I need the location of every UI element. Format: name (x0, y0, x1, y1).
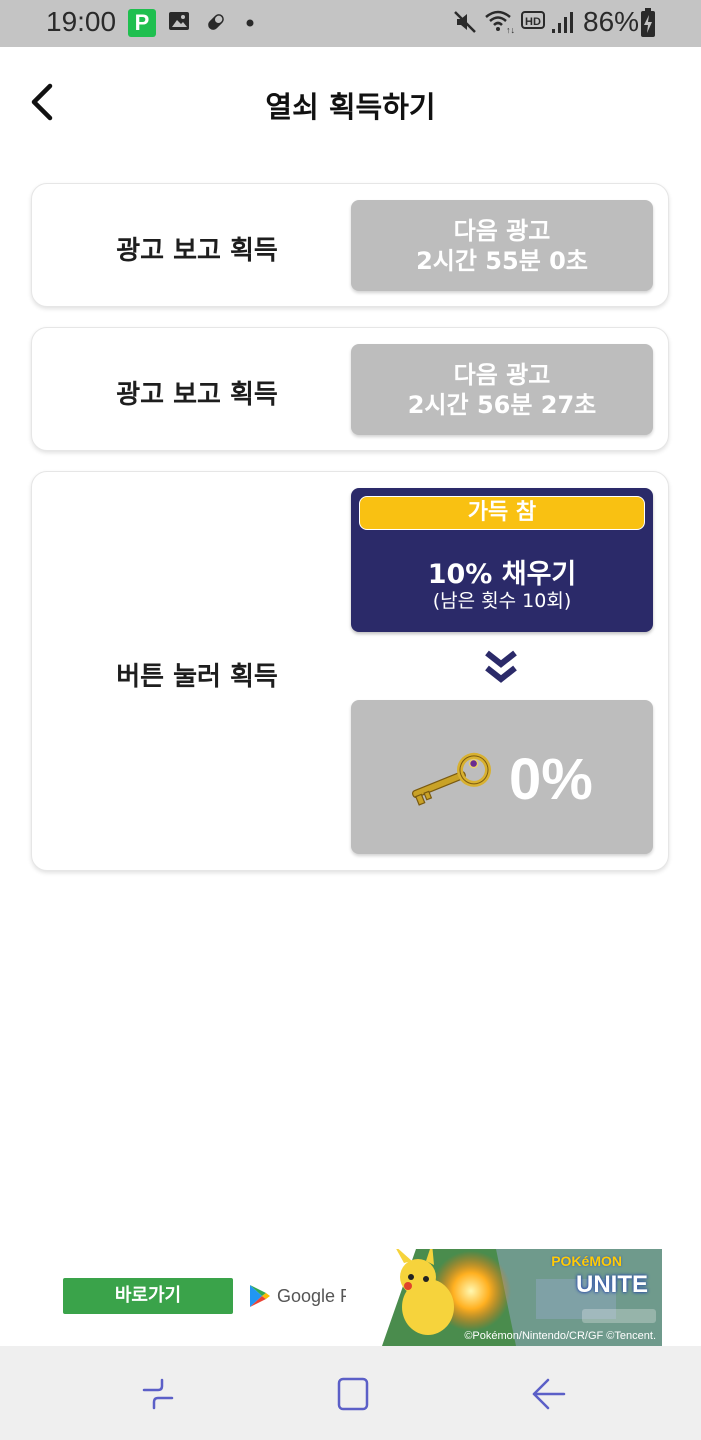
svg-text:HD: HD (525, 16, 541, 28)
game-brand-top: POKéMON (551, 1253, 622, 1269)
remaining-count: (남은 횟수 10회) (432, 590, 572, 612)
ad-reward-card-1: 광고 보고 획득 다음 광고 2시간 55분 0초 (31, 183, 669, 307)
card-label: 버튼 눌러 획득 (116, 662, 278, 692)
signal-icon (552, 12, 573, 33)
button-reward-card: 버튼 눌러 획득 가득 참 10% 채우기 (남은 횟수 10회) 0% (31, 471, 669, 871)
game-brand: UNITE (576, 1271, 648, 1298)
progress-percent: 0% (509, 747, 593, 812)
battery-percent: 86% (583, 6, 640, 37)
ad-cta-button[interactable]: 바로가기 (63, 1278, 233, 1314)
battery-charging-icon (641, 8, 655, 37)
fill-button[interactable]: 가득 참 10% 채우기 (남은 횟수 10회) (351, 488, 653, 632)
ad-copyright: ©Pokémon/Nintendo/CR/GF ©Tencent. (464, 1330, 656, 1342)
golden-key-icon (411, 752, 492, 806)
next-ad-button[interactable]: 다음 광고 2시간 56분 27초 (351, 344, 653, 435)
home-icon[interactable] (334, 1376, 374, 1412)
card-label: 광고 보고 획득 (116, 236, 278, 266)
google-play-icon (250, 1285, 270, 1307)
pill-icon (208, 14, 224, 30)
wifi-icon: ↑↓ (485, 10, 515, 35)
recent-apps-icon[interactable] (138, 1376, 178, 1412)
key-progress-box: 0% (351, 700, 653, 854)
card-label: 광고 보고 획득 (116, 380, 278, 410)
status-bar: 19:00 P ↑↓ HD 86% (0, 0, 701, 47)
ad-game-image: POKéMON UNITE ©Pokémon/Nintendo/CR/GF ©T… (346, 1249, 662, 1346)
next-ad-countdown: 2시간 56분 27초 (407, 391, 597, 419)
hd-icon: HD (521, 11, 545, 29)
p-app-icon: P (128, 9, 156, 37)
svg-text:↑↓: ↑↓ (506, 25, 515, 35)
image-icon (169, 12, 189, 30)
ad-banner[interactable]: 바로가기 Google Play POKéMON UNITE ©Pokémon/… (38, 1249, 662, 1346)
full-badge: 가득 참 (359, 496, 645, 530)
next-ad-label: 다음 광고 (453, 217, 551, 245)
dot-icon (246, 19, 254, 27)
next-ad-button[interactable]: 다음 광고 2시간 55분 0초 (351, 200, 653, 291)
mute-icon (454, 11, 476, 33)
back-icon[interactable] (530, 1376, 570, 1412)
status-time: 19:00 (46, 6, 117, 37)
page-title: 열쇠 획득하기 (265, 90, 436, 124)
navigation-bar (0, 1346, 701, 1440)
double-chevron-down-icon (485, 650, 517, 683)
next-ad-countdown: 2시간 55분 0초 (416, 247, 588, 275)
next-ad-label: 다음 광고 (453, 361, 551, 389)
ad-reward-card-2: 광고 보고 획득 다음 광고 2시간 56분 27초 (31, 327, 669, 451)
